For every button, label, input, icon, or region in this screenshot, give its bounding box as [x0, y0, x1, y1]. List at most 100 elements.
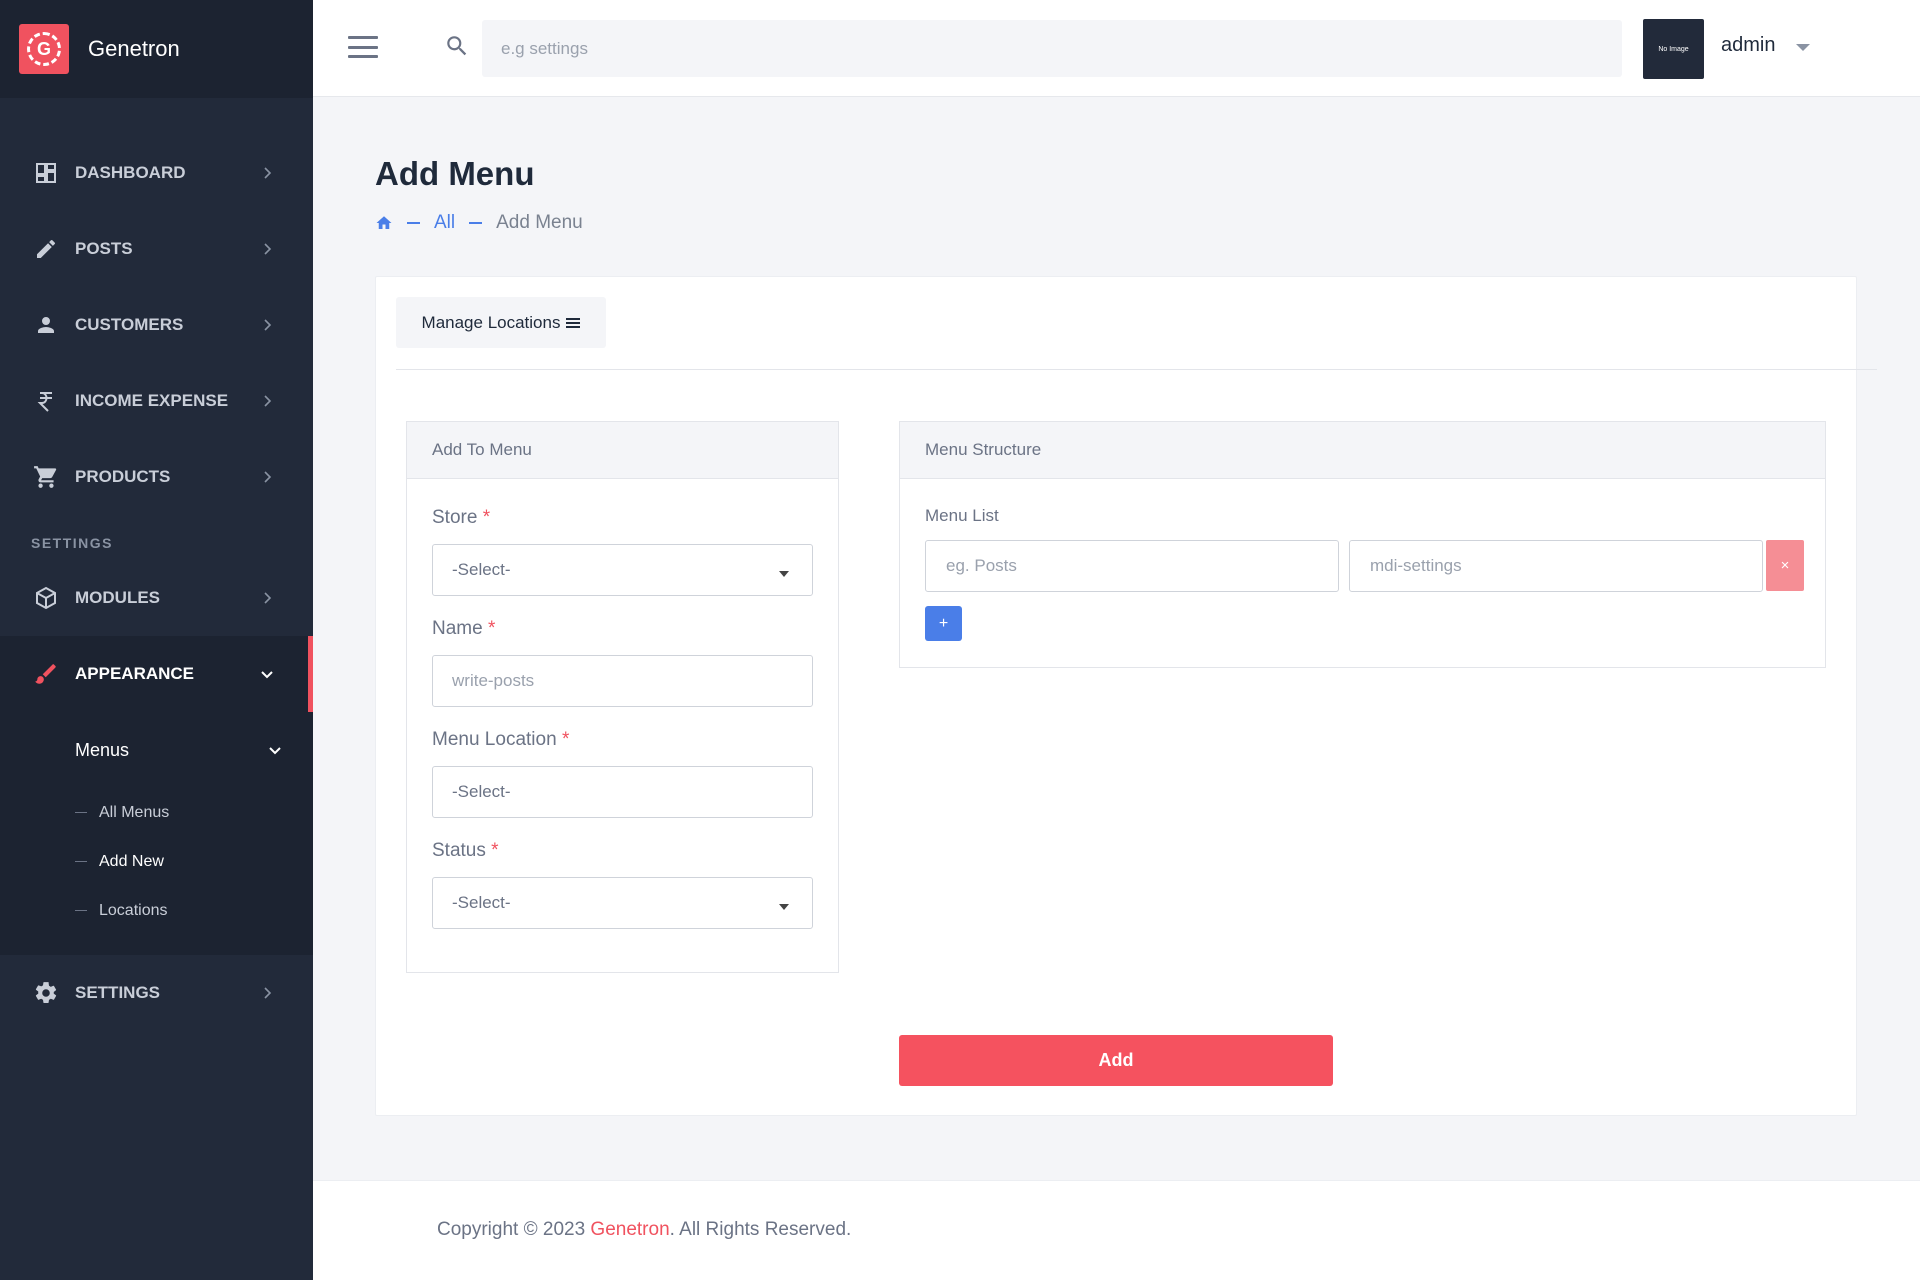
status-label: Status * — [432, 840, 499, 862]
divider — [396, 369, 1877, 370]
manage-locations-label: Manage Locations — [421, 312, 561, 332]
dash-marker — [75, 910, 87, 911]
sidebar-item-appearance[interactable]: APPEARANCE — [0, 636, 313, 712]
sidebar-section-settings: SETTINGS — [31, 535, 114, 551]
panel-title: Menu Structure — [900, 422, 1825, 479]
brush-icon — [32, 660, 60, 688]
chevron-down-icon — [269, 747, 281, 755]
user-name[interactable]: admin — [1721, 34, 1775, 57]
rupee-icon — [32, 387, 60, 415]
dropdown-caret-icon — [779, 571, 789, 577]
footer-brand-link[interactable]: Genetron — [590, 1219, 669, 1240]
breadcrumb-all-link[interactable]: All — [434, 212, 455, 234]
sidebar-item-products[interactable]: PRODUCTS — [0, 439, 313, 515]
menu-list-label: Menu List — [925, 506, 999, 525]
chevron-right-icon — [264, 243, 272, 255]
store-select[interactable]: -Select- — [432, 544, 813, 596]
chevron-right-icon — [264, 167, 272, 179]
panel-title: Add To Menu — [407, 422, 838, 479]
sidebar-item-label: SETTINGS — [75, 983, 161, 1002]
sidebar-item-posts[interactable]: POSTS — [0, 211, 313, 287]
dashboard-icon — [32, 159, 60, 187]
sidebar-item-settings[interactable]: SETTINGS — [0, 955, 313, 1031]
status-select-value: -Select- — [452, 893, 511, 912]
sidebar-item-dashboard[interactable]: DASHBOARD — [0, 135, 313, 211]
manage-locations-button[interactable]: Manage Locations — [396, 297, 606, 348]
name-label: Name * — [432, 618, 495, 640]
avatar-text: No Image — [1658, 45, 1689, 53]
chevron-right-icon — [264, 987, 272, 999]
menu-location-select[interactable]: -Select- — [432, 766, 813, 818]
hamburger-menu-icon[interactable] — [348, 36, 378, 58]
sidebar-item-modules[interactable]: MODULES — [0, 560, 313, 636]
sidebar-item-label: DASHBOARD — [75, 163, 186, 182]
name-label-text: Name — [432, 618, 483, 639]
sidebar-nav: DASHBOARD POSTS CUSTOMERS INCOME EXPENSE — [0, 98, 313, 1031]
sidebar-item-label: APPEARANCE — [75, 664, 195, 683]
required-mark: * — [487, 618, 496, 639]
sidebar-item-label: MODULES — [75, 588, 160, 607]
required-mark: * — [482, 507, 491, 528]
submenu-link-label: Add New — [99, 852, 164, 870]
submenu-link-label: All Menus — [99, 803, 170, 821]
status-label-text: Status — [432, 840, 486, 861]
breadcrumb-current: Add Menu — [496, 212, 583, 233]
store-label-text: Store — [432, 507, 478, 528]
store-select-value: -Select- — [452, 560, 511, 579]
sidebar-item-income-expense[interactable]: INCOME EXPENSE — [0, 363, 313, 439]
add-button[interactable]: Add — [899, 1035, 1333, 1086]
user-dropdown-caret-icon[interactable] — [1796, 44, 1810, 51]
chevron-right-icon — [264, 319, 272, 331]
brand-logo-letter: G — [36, 38, 51, 59]
status-select[interactable]: -Select- — [432, 877, 813, 929]
breadcrumb-separator — [469, 222, 483, 224]
brand-logo: G — [19, 24, 69, 74]
search-icon — [447, 36, 467, 56]
search-input[interactable] — [482, 20, 1622, 77]
menu-location-label-text: Menu Location — [432, 729, 557, 750]
appearance-submenu: Menus All Menus Add New Locations — [0, 712, 313, 955]
sidebar: G Genetron DASHBOARD POSTS CUSTOMERS INC… — [0, 0, 313, 1280]
user-icon — [32, 311, 60, 339]
store-label: Store * — [432, 507, 490, 529]
chevron-down-icon — [261, 671, 273, 679]
brand[interactable]: G Genetron — [0, 0, 313, 98]
submenu-link-add-new[interactable]: Add New — [0, 837, 313, 886]
avatar[interactable]: No Image — [1643, 19, 1704, 79]
add-menu-card: Manage Locations Add To Menu Store * -Se… — [375, 276, 1877, 1116]
sidebar-item-label: CUSTOMERS — [75, 315, 184, 334]
list-icon — [566, 317, 581, 328]
gear-icon — [32, 979, 60, 1007]
breadcrumb: All Add Menu — [375, 212, 583, 234]
sidebar-item-label: POSTS — [75, 239, 133, 258]
package-icon — [32, 584, 60, 612]
dropdown-caret-icon — [779, 904, 789, 910]
sidebar-item-customers[interactable]: CUSTOMERS — [0, 287, 313, 363]
sidebar-item-label: INCOME EXPENSE — [75, 391, 229, 410]
add-row-button[interactable]: + — [925, 606, 962, 641]
brand-name: Genetron — [88, 36, 180, 61]
sidebar-item-label: PRODUCTS — [75, 467, 171, 486]
cart-icon — [32, 463, 60, 491]
menu-item-icon-input[interactable] — [1349, 540, 1763, 592]
chevron-right-icon — [264, 395, 272, 407]
footer: Copyright © 2023 Genetron. All Rights Re… — [313, 1180, 1920, 1280]
name-input[interactable] — [432, 655, 813, 707]
pencil-icon — [32, 235, 60, 263]
chevron-right-icon — [264, 471, 272, 483]
dash-marker — [75, 861, 87, 862]
required-mark: * — [561, 729, 570, 750]
copyright-text: Copyright © 2023 Genetron. All Rights Re… — [437, 1219, 851, 1241]
copyright-prefix: Copyright © 2023 — [437, 1219, 591, 1240]
remove-row-button[interactable]: × — [1766, 540, 1804, 591]
dash-marker — [75, 812, 87, 813]
submenu-menus[interactable]: Menus — [0, 712, 313, 788]
menu-item-name-input[interactable] — [925, 540, 1339, 592]
submenu-menus-label: Menus — [75, 739, 130, 760]
home-icon[interactable] — [375, 214, 393, 232]
menu-location-label: Menu Location * — [432, 729, 569, 751]
breadcrumb-separator — [407, 222, 420, 224]
topbar: No Image admin — [313, 0, 1920, 97]
submenu-link-locations[interactable]: Locations — [0, 886, 313, 935]
submenu-link-all-menus[interactable]: All Menus — [0, 788, 313, 837]
